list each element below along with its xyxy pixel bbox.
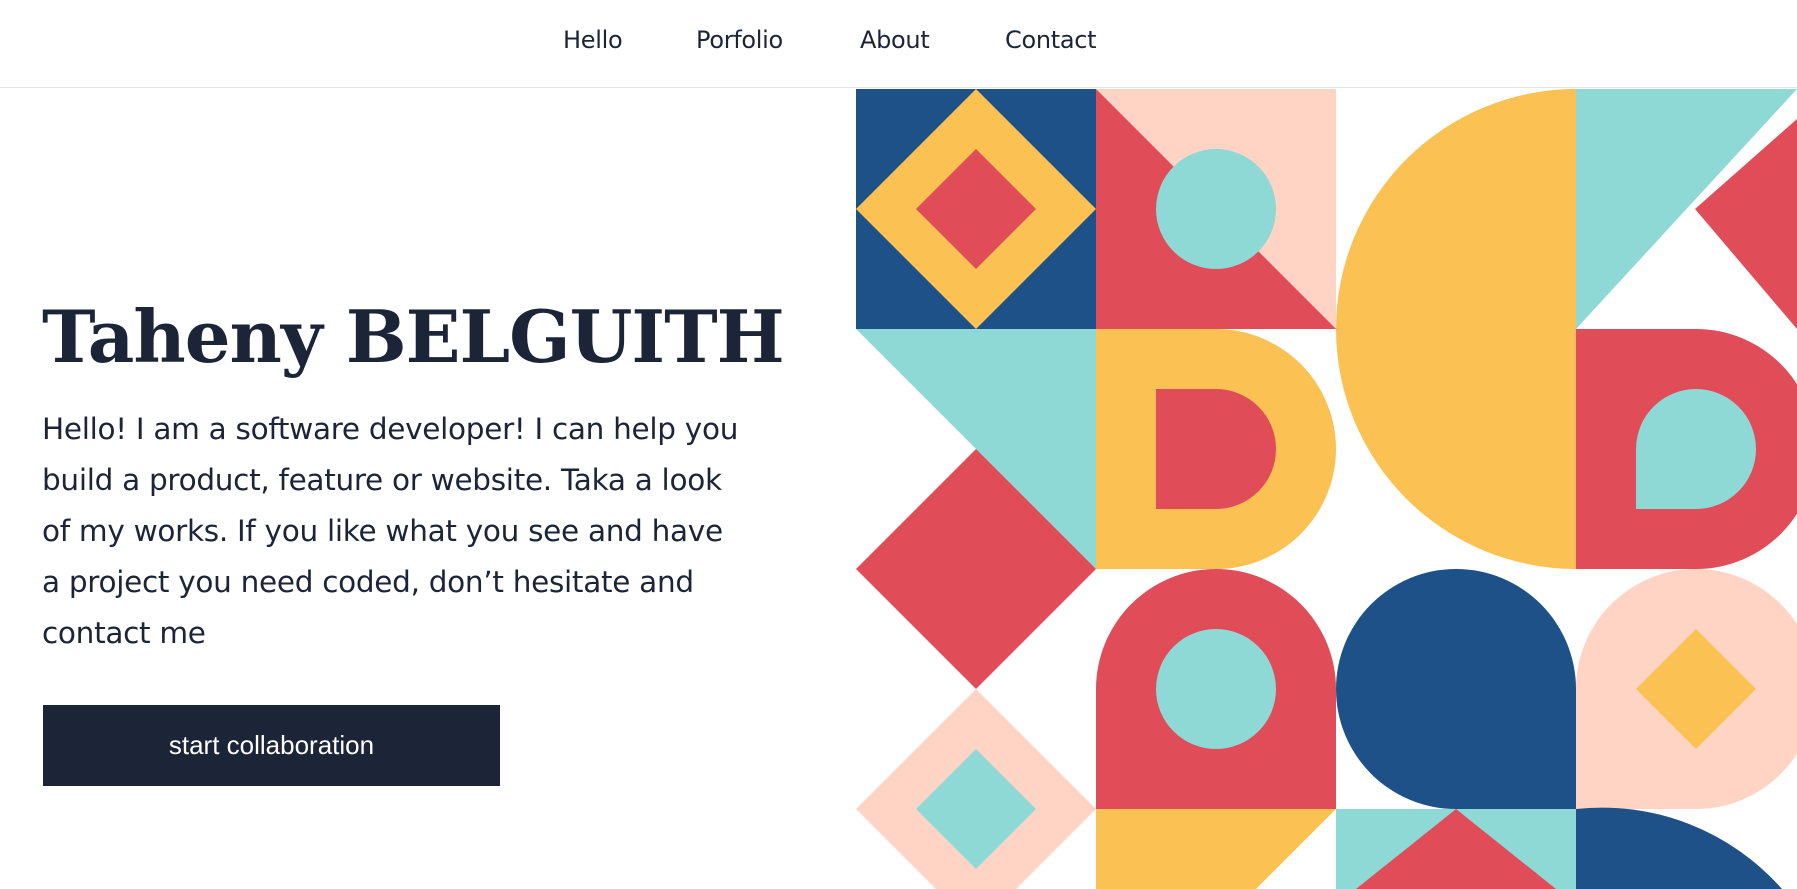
navy-blob bbox=[1336, 569, 1576, 809]
nav-link-about[interactable]: About bbox=[860, 26, 930, 54]
navy-quarter-circle bbox=[1576, 807, 1782, 889]
teal-circle-lower bbox=[1156, 629, 1276, 749]
nav-link-contact[interactable]: Contact bbox=[1005, 26, 1097, 54]
red-drop-shape bbox=[1156, 389, 1276, 509]
hero-title: Taheny BELGUITH bbox=[42, 294, 785, 379]
nav-link-portfolio[interactable]: Porfolio bbox=[696, 26, 783, 54]
nav-link-hello[interactable]: Hello bbox=[563, 26, 623, 54]
top-navigation: Hello Porfolio About Contact bbox=[0, 0, 1797, 88]
yellow-half-circle bbox=[1336, 89, 1576, 569]
hero-intro-text: Hello! I am a software developer! I can … bbox=[42, 412, 739, 650]
teal-circle bbox=[1156, 149, 1276, 269]
geometric-pattern-illustration bbox=[856, 89, 1797, 889]
teal-drop-shape bbox=[1636, 389, 1756, 509]
start-collaboration-button[interactable]: start collaboration bbox=[43, 705, 500, 786]
